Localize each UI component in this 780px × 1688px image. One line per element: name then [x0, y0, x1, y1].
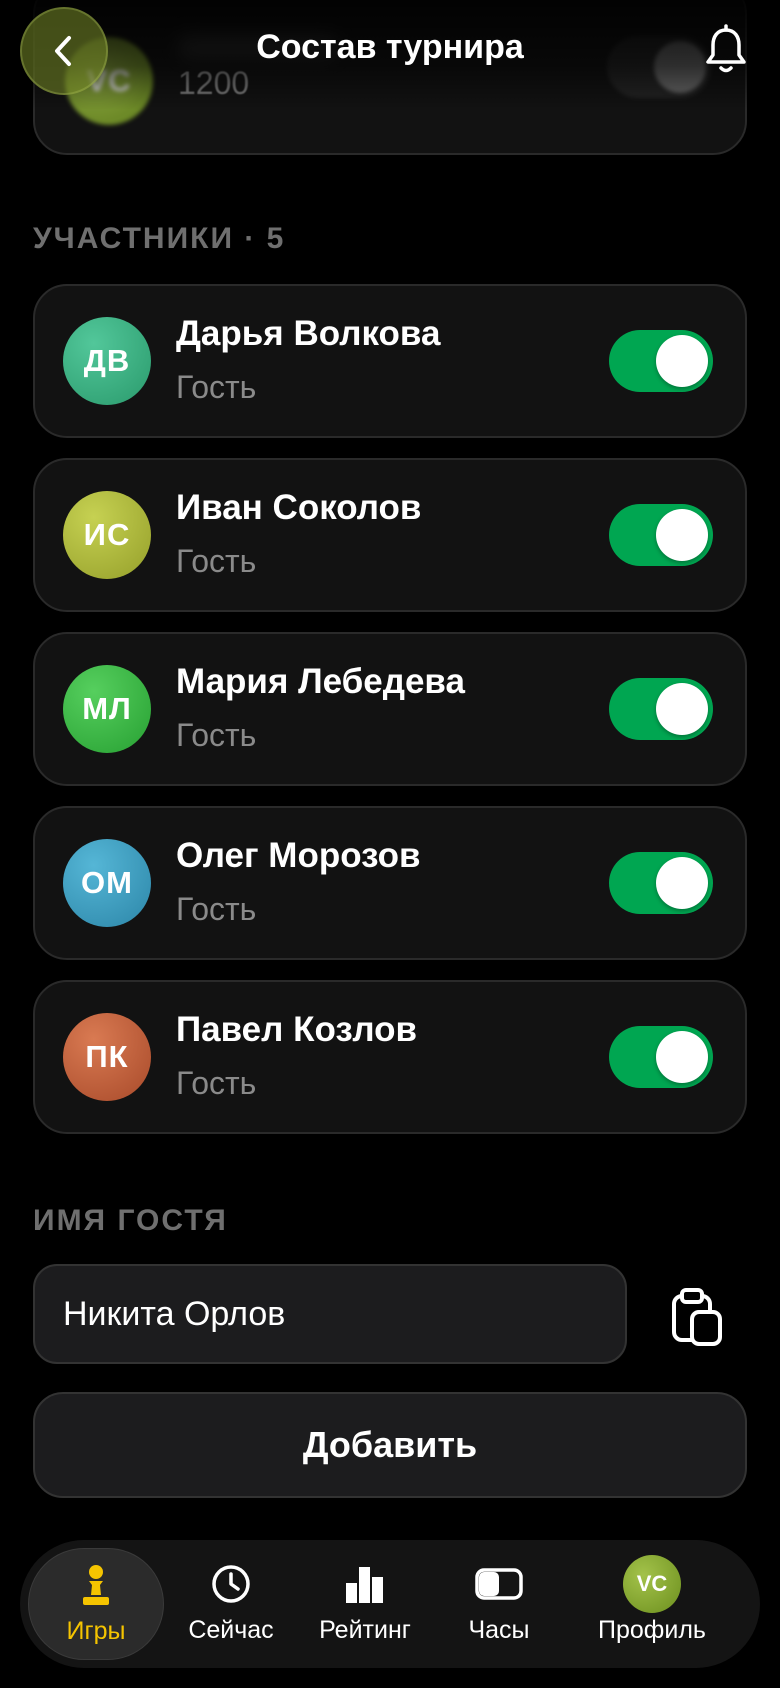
- participant-name: Олег Морозов: [176, 836, 421, 875]
- participant-role: Гость: [176, 543, 257, 579]
- avatar-initials: ИС: [83, 517, 131, 552]
- participants-section-label: УЧАСТНИКИ · 5: [33, 222, 286, 255]
- clock-icon: [212, 1565, 250, 1603]
- page-title: Состав турнира: [256, 28, 524, 66]
- avatar: ДВ: [63, 317, 151, 405]
- bottom-tab-bar: Игры Сейчас Рейтинг Часы VC Профиль: [20, 1540, 760, 1668]
- tab-games[interactable]: Игры: [28, 1548, 164, 1660]
- avatar-initials: ОМ: [81, 865, 133, 900]
- toggle-knob: [656, 509, 708, 561]
- participant-name: Дарья Волкова: [176, 314, 441, 353]
- participant-toggle[interactable]: [609, 678, 713, 740]
- clipboard-icon: [672, 1288, 722, 1346]
- participant-card: ОМ Олег Морозов Гость: [33, 806, 747, 960]
- tab-label: Часы: [468, 1616, 530, 1644]
- participant-role: Гость: [176, 717, 257, 753]
- avatar: МЛ: [63, 665, 151, 753]
- tab-label: Игры: [66, 1617, 126, 1645]
- bar-chart-icon: [346, 1567, 383, 1603]
- bell-icon: [706, 24, 746, 73]
- toggle-knob: [656, 335, 708, 387]
- tab-label: Профиль: [598, 1616, 706, 1644]
- participant-name: Иван Соколов: [176, 488, 422, 527]
- participant-name: Павел Козлов: [176, 1010, 417, 1049]
- avatar: ИС: [63, 491, 151, 579]
- participant-card: ДВ Дарья Волкова Гость: [33, 284, 747, 438]
- participant-toggle[interactable]: [609, 1026, 713, 1088]
- toggle-knob: [656, 1031, 708, 1083]
- paste-button[interactable]: [668, 1286, 728, 1348]
- participant-name: Мария Лебедева: [176, 662, 465, 701]
- avatar: VC: [623, 1555, 681, 1613]
- guest-name-input[interactable]: [33, 1264, 627, 1364]
- add-guest-button[interactable]: Добавить: [33, 1392, 747, 1498]
- tab-now[interactable]: Сейчас: [163, 1548, 299, 1660]
- tab-rating[interactable]: Рейтинг: [297, 1548, 433, 1660]
- tab-label: Рейтинг: [319, 1616, 411, 1644]
- participant-card: ИС Иван Соколов Гость: [33, 458, 747, 612]
- toggle-knob: [656, 857, 708, 909]
- avatar-initials: ПК: [85, 1039, 129, 1074]
- participant-role: Гость: [176, 891, 257, 927]
- add-guest-button-label: Добавить: [302, 1424, 478, 1465]
- participants-list: ДВ Дарья Волкова Гость ИС Иван Соколов Г…: [33, 284, 747, 1154]
- participant-toggle[interactable]: [609, 504, 713, 566]
- participant-role: Гость: [176, 1065, 257, 1101]
- participant-card: МЛ Мария Лебедева Гость: [33, 632, 747, 786]
- avatar: ОМ: [63, 839, 151, 927]
- tab-label: Сейчас: [188, 1616, 274, 1644]
- tab-profile[interactable]: VC Профиль: [577, 1548, 727, 1660]
- tab-clock[interactable]: Часы: [431, 1548, 567, 1660]
- notifications-button[interactable]: [702, 24, 750, 76]
- toggle-knob: [656, 683, 708, 735]
- guest-name-section-label: ИМЯ ГОСТЯ: [33, 1204, 228, 1237]
- avatar-initials: ДВ: [83, 343, 131, 378]
- participant-toggle[interactable]: [609, 330, 713, 392]
- participant-toggle[interactable]: [609, 852, 713, 914]
- avatar: ПК: [63, 1013, 151, 1101]
- screen: VC 1200 Состав турнира УЧАСТНИКИ · 5 ДВ …: [0, 0, 780, 1688]
- pawn-icon: [83, 1565, 109, 1605]
- participant-role: Гость: [176, 369, 257, 405]
- avatar-initials: VC: [636, 1571, 668, 1596]
- participant-card: ПК Павел Козлов Гость: [33, 980, 747, 1134]
- avatar-initials: МЛ: [82, 691, 132, 726]
- chess-clock-icon: [475, 1568, 523, 1600]
